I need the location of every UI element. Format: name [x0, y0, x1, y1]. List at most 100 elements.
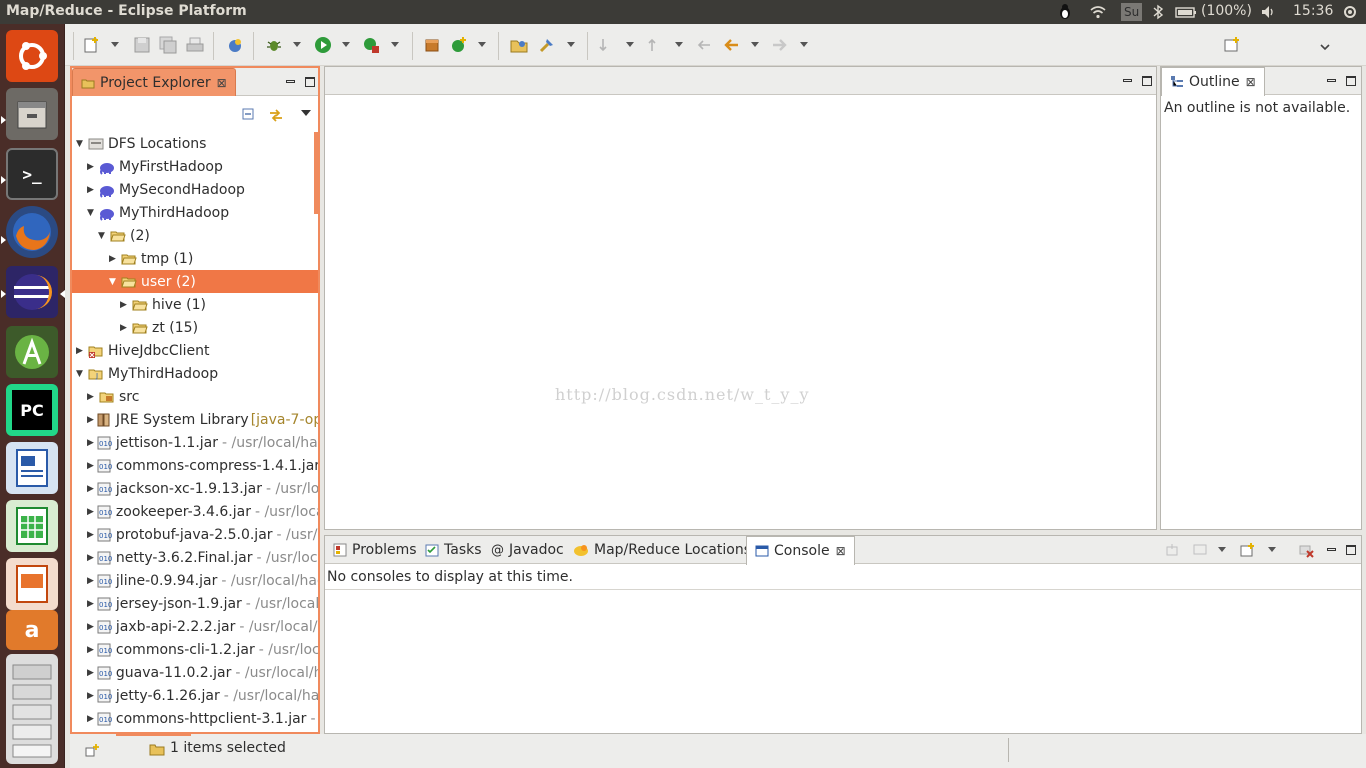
back-icon[interactable]	[722, 36, 740, 54]
new-dropdown-icon[interactable]	[111, 42, 119, 47]
libreoffice-writer-icon[interactable]	[6, 442, 58, 494]
minimize-icon[interactable]	[286, 80, 295, 83]
tree-item[interactable]: ▶ 010 jettison-1.1.jar - /usr/local/had	[72, 431, 318, 454]
battery-icon[interactable]	[1175, 4, 1197, 20]
expanded-twisty-icon[interactable]: ▼	[87, 208, 97, 218]
collapsed-twisty-icon[interactable]: ▶	[87, 415, 94, 425]
forward-icon[interactable]	[771, 36, 789, 54]
maximize-icon[interactable]	[1142, 75, 1152, 86]
tree-item[interactable]: ▶ 010zookeeper-3.4.6.jar- /usr/local	[72, 500, 318, 523]
tree-item[interactable]: ▼ J MyThirdHadoop	[72, 362, 318, 385]
firefox-icon[interactable]	[6, 206, 58, 258]
expanded-twisty-icon[interactable]: ▼	[98, 231, 108, 241]
collapsed-twisty-icon[interactable]: ▶	[87, 438, 94, 448]
tab-console[interactable]: Console ⊠	[746, 536, 855, 565]
amazon-icon[interactable]: a	[6, 610, 58, 650]
tree-item[interactable]: ▶ MySecondHadoop	[72, 178, 318, 201]
tree-item[interactable]: ▶ HiveJdbcClient	[72, 339, 318, 362]
view-menu-icon[interactable]	[300, 108, 312, 118]
maximize-icon[interactable]	[1346, 75, 1356, 86]
wifi-icon[interactable]	[1090, 4, 1106, 20]
files-icon[interactable]	[6, 88, 58, 140]
collapsed-twisty-icon[interactable]: ▶	[87, 691, 94, 701]
search-icon[interactable]	[538, 36, 556, 54]
open-console-icon[interactable]	[1239, 542, 1255, 558]
search-dropdown-icon[interactable]	[567, 42, 575, 47]
libreoffice-calc-icon[interactable]	[6, 500, 58, 552]
link-with-editor-icon[interactable]	[268, 107, 284, 123]
tab-outline[interactable]: Outline ⊠	[1161, 67, 1265, 96]
open-type-icon[interactable]	[510, 36, 528, 54]
collapsed-twisty-icon[interactable]: ▶	[87, 553, 94, 563]
collapsed-twisty-icon[interactable]: ▶	[87, 668, 94, 678]
tree-scrollbar[interactable]	[314, 132, 318, 214]
collapsed-twisty-icon[interactable]: ▶	[109, 254, 119, 264]
collapsed-twisty-icon[interactable]: ▶	[87, 645, 94, 655]
previous-annotation-icon[interactable]	[646, 36, 664, 54]
terminal-icon[interactable]: >_	[6, 148, 58, 200]
external-tools-icon[interactable]	[362, 36, 380, 54]
maximize-icon[interactable]	[1346, 544, 1356, 555]
back-dropdown-icon[interactable]	[751, 42, 759, 47]
remove-launches-icon[interactable]	[1299, 543, 1315, 559]
clock[interactable]: 15:36	[1293, 3, 1333, 19]
collapsed-twisty-icon[interactable]: ▶	[87, 185, 97, 195]
debug-icon[interactable]	[265, 36, 283, 54]
tree-item[interactable]: ▶ 010commons-httpclient-3.1.jar- /u	[72, 707, 318, 730]
run-icon[interactable]	[314, 36, 332, 54]
minimize-icon[interactable]	[1123, 79, 1132, 82]
collapsed-twisty-icon[interactable]: ▶	[87, 714, 94, 724]
hadoop-connect-icon[interactable]	[226, 36, 244, 54]
eclipse-icon[interactable]	[6, 266, 58, 318]
tree-item[interactable]: ▶ 010netty-3.6.2.Final.jar- /usr/local	[72, 546, 318, 569]
tree-item[interactable]: ▶ 010jackson-xc-1.9.13.jar- /usr/loca	[72, 477, 318, 500]
tab-project-explorer[interactable]: Project Explorer ⊠	[72, 68, 236, 96]
ubuntu-dash-icon[interactable]	[6, 30, 58, 82]
tab-tasks[interactable]: Tasks	[417, 536, 490, 564]
collapsed-twisty-icon[interactable]: ▶	[87, 484, 94, 494]
tree-item[interactable]: ▶ hive (1)	[72, 293, 318, 316]
tree-item[interactable]: ▼ DFS Locations	[72, 132, 318, 155]
collapsed-twisty-icon[interactable]: ▶	[87, 392, 97, 402]
tree-item[interactable]: ▶ 010commons-cli-1.2.jar- /usr/loca	[72, 638, 318, 661]
tree-item[interactable]: ▼ (2)	[72, 224, 318, 247]
last-edit-location-icon[interactable]	[695, 36, 713, 54]
display-console-icon[interactable]	[1193, 543, 1207, 557]
collapsed-twisty-icon[interactable]: ▶	[87, 530, 94, 540]
toolbar-chevron-icon[interactable]	[1319, 36, 1331, 54]
save-all-icon[interactable]	[159, 36, 177, 54]
collapsed-twisty-icon[interactable]: ▶	[87, 461, 94, 471]
tree-item[interactable]: ▶ 010 jaxb-api-2.2.2.jar - /usr/local/h	[72, 615, 318, 638]
run-dropdown-icon[interactable]	[342, 42, 350, 47]
power-gear-icon[interactable]	[1342, 4, 1358, 20]
next-annotation-icon[interactable]	[597, 36, 615, 54]
tree-item[interactable]: ▶ 010jersey-json-1.9.jar- /usr/local/l	[72, 592, 318, 615]
expanded-twisty-icon[interactable]: ▼	[76, 369, 86, 379]
fast-view-icon[interactable]	[84, 743, 100, 759]
close-icon[interactable]: ⊠	[217, 76, 227, 90]
volume-icon[interactable]	[1260, 4, 1276, 20]
collapsed-twisty-icon[interactable]: ▶	[87, 576, 94, 586]
stacked-apps-icon[interactable]	[6, 654, 58, 764]
new-java-class-dropdown-icon[interactable]	[478, 42, 486, 47]
pin-console-icon[interactable]	[1165, 543, 1179, 557]
minimize-icon[interactable]	[1327, 79, 1336, 82]
new-icon[interactable]	[83, 36, 101, 54]
tree-item[interactable]: ▶ 010 jline-0.9.94.jar - /usr/local/had	[72, 569, 318, 592]
collapsed-twisty-icon[interactable]: ▶	[120, 323, 130, 333]
tree-item[interactable]: ▶010commons-compress-1.4.1.jar-	[72, 454, 318, 477]
expanded-twisty-icon[interactable]: ▼	[76, 139, 86, 149]
open-console-dropdown-icon[interactable]	[1268, 547, 1276, 552]
collapsed-twisty-icon[interactable]: ▶	[87, 507, 94, 517]
tree-item[interactable]: ▶ src	[72, 385, 318, 408]
qq-penguin-icon[interactable]	[1057, 4, 1073, 20]
new-java-class-icon[interactable]	[450, 36, 468, 54]
collapse-all-icon[interactable]	[242, 108, 256, 122]
collapsed-twisty-icon[interactable]: ▶	[87, 599, 94, 609]
maximize-icon[interactable]	[305, 76, 315, 87]
save-icon[interactable]	[133, 36, 151, 54]
libreoffice-impress-icon[interactable]	[6, 558, 58, 610]
previous-annotation-dropdown-icon[interactable]	[675, 42, 683, 47]
collapsed-twisty-icon[interactable]: ▶	[87, 622, 94, 632]
tree-item[interactable]: ▶ 010guava-11.0.2.jar- /usr/local/ha	[72, 661, 318, 684]
